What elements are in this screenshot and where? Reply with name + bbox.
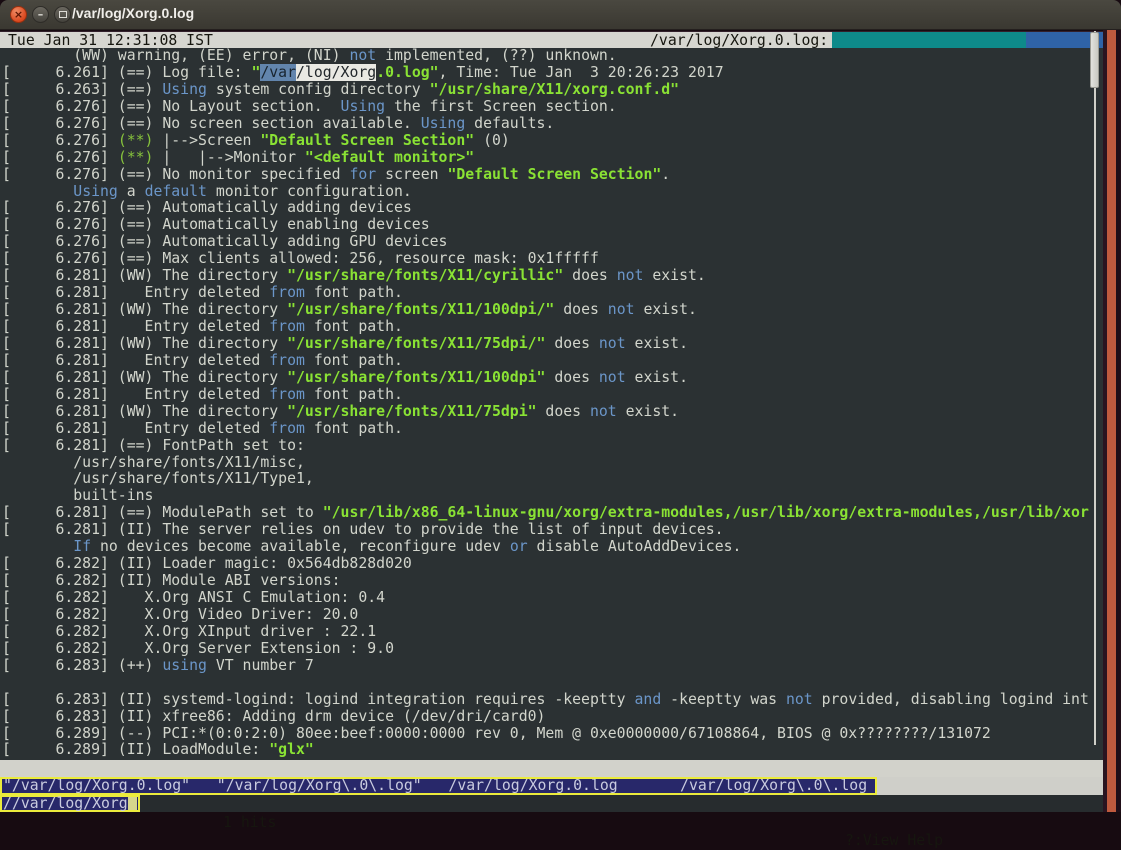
log-line: [ 6.276] (**) | |-->Monitor "<default mo… (0, 150, 1103, 167)
log-line: /usr/share/fonts/X11/misc, (0, 455, 1103, 472)
log-line: [ 6.281] (WW) The directory "/usr/share/… (0, 336, 1103, 353)
log-line: [ 6.263] (==) Using system config direct… (0, 82, 1103, 99)
search-preview-row: "/var/log/Xorg.0.log" "/var/log/Xorg\.0\… (0, 777, 1103, 795)
log-line: [ 6.276] (==) Max clients allowed: 256, … (0, 251, 1103, 268)
log-line: If no devices become available, reconfig… (0, 539, 1103, 556)
log-line: [ 6.289] (--) PCI:*(0:0:2:0) 80ee:beef:0… (0, 726, 1103, 743)
log-line: [ 6.281] (==) FontPath set to: (0, 438, 1103, 455)
log-line: [ 6.282] (II) Module ABI versions: (0, 573, 1103, 590)
log-line: [ 6.276] (**) |-->Screen "Default Screen… (0, 133, 1103, 150)
log-line: [ 6.283] (II) xfree86: Adding drm device… (0, 709, 1103, 726)
text-cursor (128, 797, 137, 810)
log-line: [ 6.276] (==) Automatically adding GPU d… (0, 234, 1103, 251)
log-line: [ 6.282] X.Org XInput driver : 22.1 (0, 624, 1103, 641)
maximize-glyph (59, 11, 67, 18)
log-line: [ 6.281] Entry deleted from font path. (0, 319, 1103, 336)
log-line: [ 6.276] (==) No screen section availabl… (0, 116, 1103, 133)
log-line: Using a default monitor configuration. (0, 184, 1103, 201)
log-line: [ 6.281] (WW) The directory "/usr/share/… (0, 370, 1103, 387)
log-line: [ 6.282] (II) Loader magic: 0x564db828d0… (0, 556, 1103, 573)
log-line: (WW) warning, (EE) error, (NI) not imple… (0, 48, 1103, 65)
log-line: [ 6.281] Entry deleted from font path. (0, 421, 1103, 438)
log-line: [ 6.276] (==) Automatically enabling dev… (0, 217, 1103, 234)
log-line (0, 675, 1103, 692)
log-line: [ 6.281] (WW) The directory "/usr/share/… (0, 268, 1103, 285)
desktop-edge-strip (1103, 30, 1121, 812)
log-line: [ 6.289] (II) LoadModule: "glx" (0, 742, 1103, 759)
lnav-bottom-bar: L14 7% 1 hits ?:View Help (0, 760, 1103, 778)
log-line: built-ins (0, 488, 1103, 505)
log-line: [ 6.276] (==) Automatically adding devic… (0, 200, 1103, 217)
window-title: /var/log/Xorg.0.log (72, 5, 194, 21)
scrollbar-track[interactable] (1094, 31, 1096, 745)
lnav-top-bar: Tue Jan 31 12:31:08 IST /var/log/Xorg.0.… (0, 31, 1103, 49)
window-controls: × – (10, 6, 71, 23)
log-line: [ 6.282] X.Org Video Driver: 20.0 (0, 607, 1103, 624)
file-format-badge: : plain text: (832, 32, 1026, 49)
search-prompt-row: //var/log/Xorg (0, 795, 1103, 812)
log-line: [ 6.281] Entry deleted from font path. (0, 387, 1103, 404)
log-view[interactable]: (WW) warning, (EE) error, (NI) not imple… (0, 48, 1103, 760)
scrollbar-thumb[interactable] (1090, 32, 1099, 88)
log-line: /usr/share/fonts/X11/Type1, (0, 471, 1103, 488)
scrollbar (1089, 31, 1100, 760)
log-line: [ 6.283] (II) systemd-logind: logind int… (0, 692, 1103, 709)
search-hits-count: 1 hits (223, 814, 276, 832)
minimize-icon[interactable]: – (32, 6, 49, 23)
window-titlebar: × – /var/log/Xorg.0.log (0, 0, 1121, 30)
search-prompt-input[interactable]: //var/log/Xorg (0, 795, 140, 812)
log-line: [ 6.283] (++) using VT number 7 (0, 658, 1103, 675)
close-icon[interactable]: × (10, 6, 27, 23)
log-line: [ 6.281] Entry deleted from font path. (0, 353, 1103, 370)
search-preview-box: "/var/log/Xorg.0.log" "/var/log/Xorg\.0\… (0, 777, 877, 795)
log-line: [ 6.276] (==) No monitor specified for s… (0, 167, 1103, 184)
log-line: [ 6.281] (==) ModulePath set to "/usr/li… (0, 505, 1103, 522)
help-hint: ?:View Help (845, 832, 943, 850)
current-file-label: /var/log/Xorg.0.log: (650, 32, 828, 49)
log-line: [ 6.281] (WW) The directory "/usr/share/… (0, 404, 1103, 421)
log-line: [ 6.276] (==) No Layout section. Using t… (0, 99, 1103, 116)
log-line: [ 6.261] (==) Log file: "/var/log/Xorg.0… (0, 65, 1103, 82)
clock-text: Tue Jan 31 12:31:08 IST (8, 32, 213, 49)
log-line: [ 6.282] X.Org ANSI C Emulation: 0.4 (0, 590, 1103, 607)
log-line: [ 6.282] X.Org Server Extension : 9.0 (0, 641, 1103, 658)
search-prompt-text: //var/log/Xorg (3, 797, 128, 810)
log-line: [ 6.281] (WW) The directory "/usr/share/… (0, 302, 1103, 319)
log-line: [ 6.281] (II) The server relies on udev … (0, 522, 1103, 539)
maximize-icon[interactable] (54, 6, 71, 23)
log-line: [ 6.281] Entry deleted from font path. (0, 285, 1103, 302)
